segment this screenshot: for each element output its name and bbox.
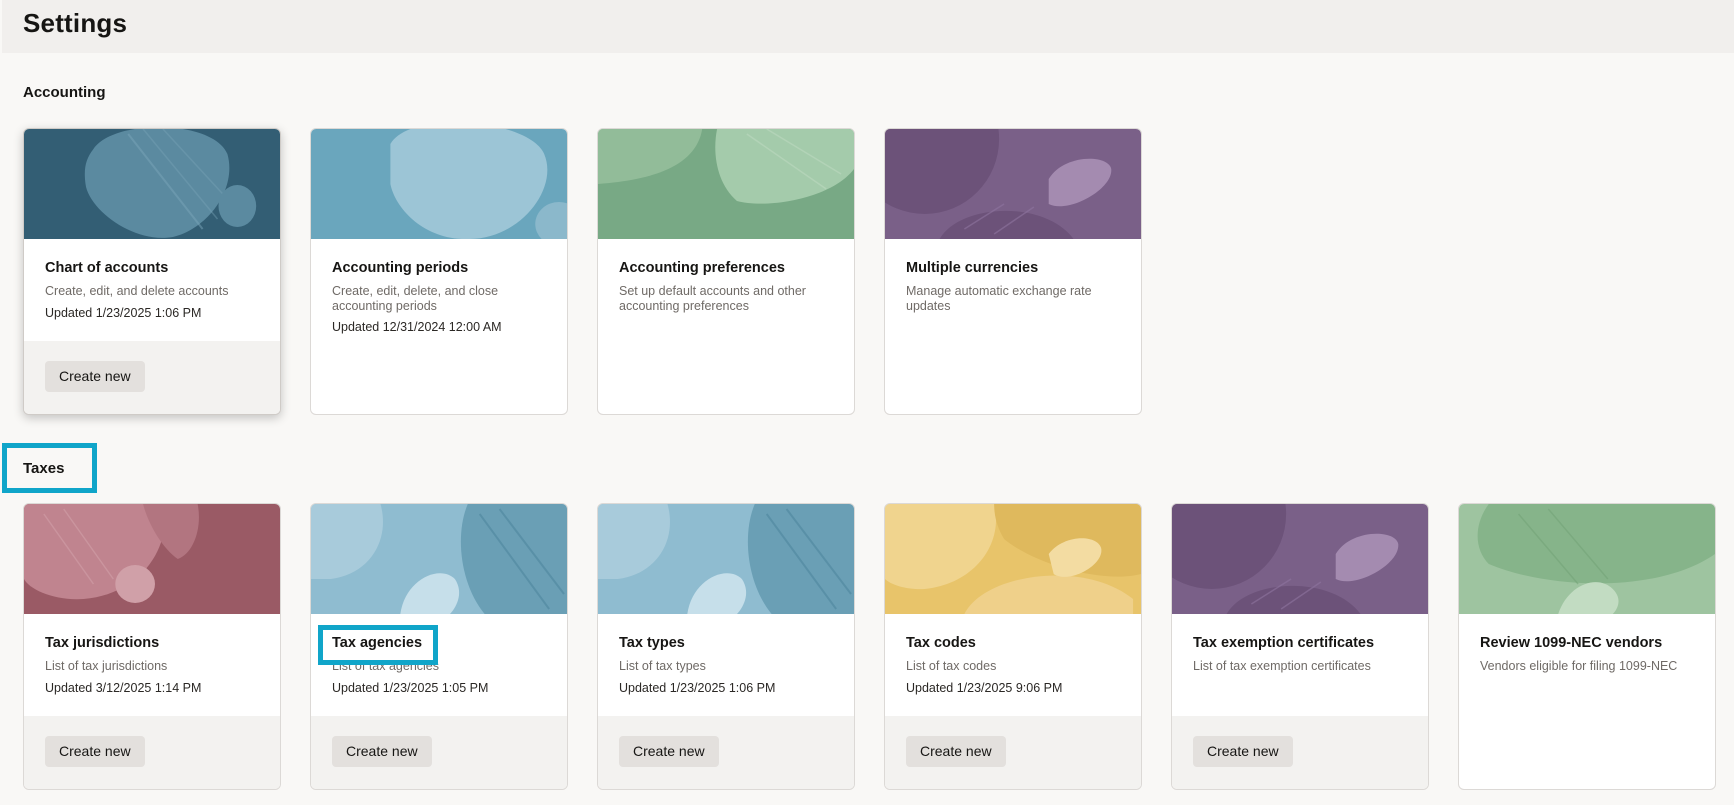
- card-title: Accounting preferences: [619, 260, 785, 276]
- card-tax-jurisdictions[interactable]: Tax jurisdictions List of tax jurisdicti…: [23, 503, 281, 790]
- card-banner: [311, 504, 567, 614]
- card-description: List of tax jurisdictions: [45, 659, 168, 673]
- page-header: Settings: [2, 0, 1734, 53]
- card-updated: Updated 1/23/2025 1:06 PM: [619, 681, 776, 695]
- card-title: Accounting periods: [332, 260, 469, 276]
- card-banner: [1459, 504, 1715, 614]
- card-updated: Updated 12/31/2024 12:00 AM: [332, 320, 502, 334]
- create-new-button[interactable]: Create new: [45, 736, 145, 767]
- card-description: Manage automatic exchange rate updates: [906, 284, 1092, 313]
- card-title: Tax jurisdictions: [45, 635, 160, 651]
- card-description: Create, edit, and delete accounts: [45, 284, 229, 298]
- section-title-accounting: Accounting: [23, 84, 106, 101]
- card-tax-exemption-certificates[interactable]: Tax exemption certificates List of tax e…: [1171, 503, 1429, 790]
- card-title: Tax codes: [906, 635, 976, 651]
- card-footer: Create new: [1172, 716, 1428, 789]
- card-footer: Create new: [24, 341, 280, 414]
- card-updated: Updated 1/23/2025 1:06 PM: [45, 306, 202, 320]
- create-new-button[interactable]: Create new: [619, 736, 719, 767]
- card-banner: [885, 504, 1141, 614]
- card-title: Chart of accounts: [45, 260, 169, 276]
- card-tax-codes[interactable]: Tax codes List of tax codes Updated 1/23…: [884, 503, 1142, 790]
- card-updated: Updated 1/23/2025 1:05 PM: [332, 681, 489, 695]
- card-footer: Create new: [885, 716, 1141, 789]
- card-footer: Create new: [24, 716, 280, 789]
- card-banner: [24, 129, 280, 239]
- card-multiple-currencies[interactable]: Multiple currencies Manage automatic exc…: [884, 128, 1142, 415]
- card-accounting-periods[interactable]: Accounting periods Create, edit, delete,…: [310, 128, 568, 415]
- card-title: Tax types: [619, 635, 685, 651]
- card-title: Tax exemption certificates: [1193, 635, 1375, 651]
- card-banner: [311, 129, 567, 239]
- card-title: Multiple currencies: [906, 260, 1039, 276]
- card-banner: [598, 504, 854, 614]
- card-updated: Updated 3/12/2025 1:14 PM: [45, 681, 202, 695]
- card-footer: Create new: [598, 716, 854, 789]
- card-description: List of tax types: [619, 659, 706, 673]
- card-description: Create, edit, delete, and close accounti…: [332, 284, 499, 313]
- card-description: Vendors eligible for filing 1099-NEC: [1480, 659, 1678, 673]
- create-new-button[interactable]: Create new: [45, 361, 145, 392]
- card-chart-of-accounts[interactable]: Chart of accounts Create, edit, and dele…: [23, 128, 281, 415]
- card-accounting-preferences[interactable]: Accounting preferences Set up default ac…: [597, 128, 855, 415]
- card-description: List of tax codes: [906, 659, 997, 673]
- card-footer: Create new: [311, 716, 567, 789]
- card-review-1099-nec-vendors[interactable]: Review 1099-NEC vendors Vendors eligible…: [1458, 503, 1716, 790]
- create-new-button[interactable]: Create new: [332, 736, 432, 767]
- card-description: Set up default accounts and other accoun…: [619, 284, 806, 313]
- card-banner: [24, 504, 280, 614]
- card-banner: [1172, 504, 1428, 614]
- page-title: Settings: [23, 8, 128, 38]
- create-new-button[interactable]: Create new: [906, 736, 1006, 767]
- highlight-box-tax-agencies: [318, 625, 438, 665]
- card-tax-types[interactable]: Tax types List of tax types Updated 1/23…: [597, 503, 855, 790]
- card-description: List of tax exemption certificates: [1193, 659, 1371, 673]
- card-banner: [598, 129, 854, 239]
- create-new-button[interactable]: Create new: [1193, 736, 1293, 767]
- card-banner: [885, 129, 1141, 239]
- section-title-taxes: Taxes: [23, 460, 65, 477]
- card-updated: Updated 1/23/2025 9:06 PM: [906, 681, 1063, 695]
- card-title: Review 1099-NEC vendors: [1480, 635, 1663, 651]
